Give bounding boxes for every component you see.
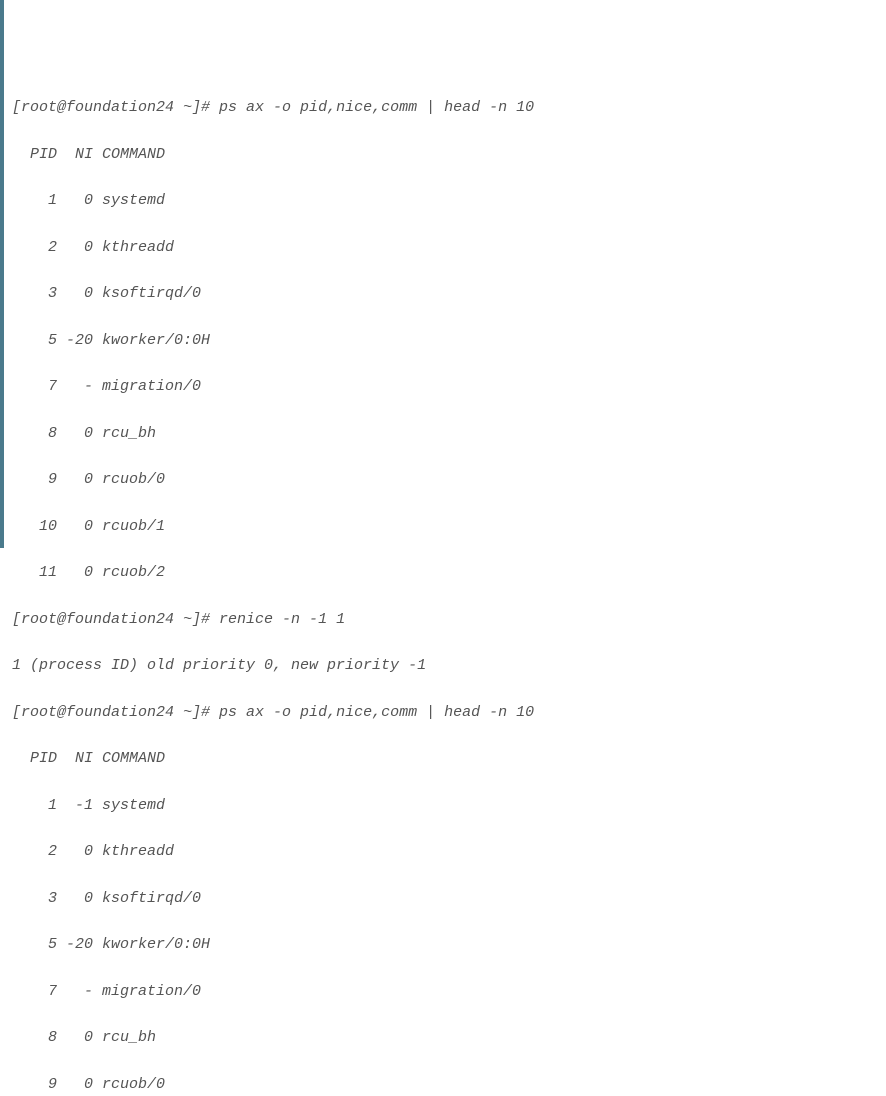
ps-row: 10 0 rcuob/1: [12, 515, 886, 538]
ps-header: PID NI COMMAND: [12, 143, 886, 166]
pid-col: 10: [12, 518, 57, 535]
ps-row: 3 0 ksoftirqd/0: [12, 887, 886, 910]
ni-col: -20: [57, 332, 93, 349]
comm-col: rcu_bh: [93, 1029, 156, 1046]
ni-col: 0: [57, 239, 93, 256]
command-text: ps ax -o pid,nice,comm | head -n 10: [219, 99, 534, 116]
comm-col: migration/0: [93, 378, 201, 395]
pid-col: 8: [12, 425, 57, 442]
ps-row: 7 - migration/0: [12, 980, 886, 1003]
comm-col: ksoftirqd/0: [93, 285, 201, 302]
terminal-line-cmd1: [root@foundation24 ~]# ps ax -o pid,nice…: [12, 96, 886, 119]
comm-col: rcu_bh: [93, 425, 156, 442]
ps-row: 5 -20 kworker/0:0H: [12, 329, 886, 352]
pid-col: 1: [12, 192, 57, 209]
comm-col: migration/0: [93, 983, 201, 1000]
ni-col: 0: [57, 564, 93, 581]
comm-col: systemd: [93, 797, 165, 814]
comm-col: rcuob/0: [93, 1076, 165, 1093]
ps-row: 2 0 kthreadd: [12, 840, 886, 863]
comm-col: kthreadd: [93, 843, 174, 860]
shell-prompt: [root@foundation24 ~]#: [12, 704, 219, 721]
ps-row: 11 0 rcuob/2: [12, 561, 886, 584]
terminal-line-cmd3: [root@foundation24 ~]# ps ax -o pid,nice…: [12, 701, 886, 724]
ni-col: -20: [57, 936, 93, 953]
pid-col: 3: [12, 890, 57, 907]
pid-col: 8: [12, 1029, 57, 1046]
shell-prompt: [root@foundation24 ~]#: [12, 99, 219, 116]
ni-col: 0: [57, 471, 93, 488]
ni-col: 0: [57, 1076, 93, 1093]
ps-row: 7 - migration/0: [12, 375, 886, 398]
ni-col: 0: [57, 1029, 93, 1046]
pid-col: 2: [12, 239, 57, 256]
ni-col: 0: [57, 192, 93, 209]
renice-output: 1 (process ID) old priority 0, new prior…: [12, 654, 886, 677]
comm-col: kworker/0:0H: [93, 332, 210, 349]
comm-col: kworker/0:0H: [93, 936, 210, 953]
ps-row: 9 0 rcuob/0: [12, 1073, 886, 1096]
ps-row: 5 -20 kworker/0:0H: [12, 933, 886, 956]
ni-col: -: [57, 378, 93, 395]
comm-col: systemd: [93, 192, 165, 209]
comm-col: rcuob/0: [93, 471, 165, 488]
comm-col: rcuob/2: [93, 564, 165, 581]
ps-header: PID NI COMMAND: [12, 747, 886, 770]
ni-col: -1: [57, 797, 93, 814]
ni-col: -: [57, 983, 93, 1000]
pid-col: 1: [12, 797, 57, 814]
pid-col: 3: [12, 285, 57, 302]
pid-col: 7: [12, 378, 57, 395]
pid-col: 5: [12, 332, 57, 349]
ps-row: 9 0 rcuob/0: [12, 468, 886, 491]
pid-col: 9: [12, 471, 57, 488]
ps-row: 8 0 rcu_bh: [12, 422, 886, 445]
pid-col: 2: [12, 843, 57, 860]
ni-col: 0: [57, 890, 93, 907]
pid-col: 11: [12, 564, 57, 581]
terminal-line-cmd2: [root@foundation24 ~]# renice -n -1 1: [12, 608, 886, 631]
shell-prompt: [root@foundation24 ~]#: [12, 611, 219, 628]
comm-col: kthreadd: [93, 239, 174, 256]
command-text: renice -n -1 1: [219, 611, 345, 628]
comm-col: rcuob/1: [93, 518, 165, 535]
ps-row: 1 -1 systemd: [12, 794, 886, 817]
ps-row: 2 0 kthreadd: [12, 236, 886, 259]
ni-col: 0: [57, 425, 93, 442]
pid-col: 7: [12, 983, 57, 1000]
command-text: ps ax -o pid,nice,comm | head -n 10: [219, 704, 534, 721]
ni-col: 0: [57, 518, 93, 535]
pid-col: 9: [12, 1076, 57, 1093]
comm-col: ksoftirqd/0: [93, 890, 201, 907]
ps-row: 1 0 systemd: [12, 189, 886, 212]
ni-col: 0: [57, 285, 93, 302]
ps-row: 8 0 rcu_bh: [12, 1026, 886, 1049]
ni-col: 0: [57, 843, 93, 860]
ps-row: 3 0 ksoftirqd/0: [12, 282, 886, 305]
pid-col: 5: [12, 936, 57, 953]
